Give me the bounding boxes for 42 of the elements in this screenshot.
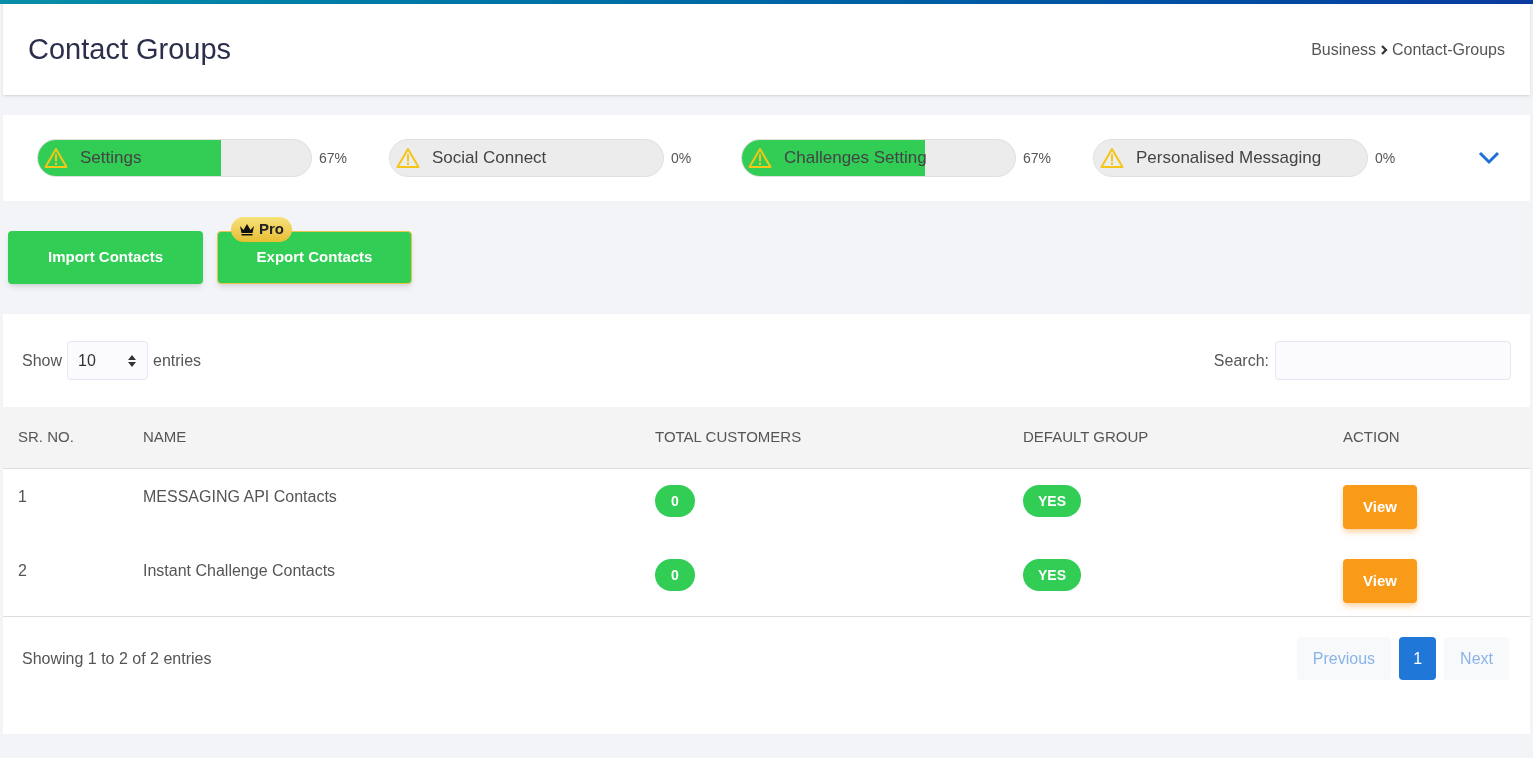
sort-arrows-icon xyxy=(127,353,138,368)
search-label: Search: xyxy=(1213,350,1269,371)
table-cell-text: 1 xyxy=(18,487,28,507)
page-button[interactable]: 1 xyxy=(1399,637,1437,680)
column-header: SR. NO. xyxy=(18,427,75,448)
progress-percent: 0% xyxy=(1375,148,1397,168)
search-field[interactable] xyxy=(1275,341,1511,380)
table-cell-text: Instant Challenge Contacts xyxy=(143,561,337,581)
progress-percent: 0% xyxy=(671,148,693,168)
column-header: ACTION xyxy=(1343,427,1401,448)
progress-label: Settings xyxy=(80,147,142,170)
count-badge: 0 xyxy=(655,559,695,591)
crown-icon xyxy=(239,223,255,236)
progress-track[interactable]: Personalised Messaging xyxy=(1093,139,1368,177)
breadcrumb-item: Contact-Groups xyxy=(1392,39,1505,60)
show-label: Show xyxy=(22,350,63,371)
warning-icon xyxy=(748,147,772,169)
column-header: DEFAULT GROUP xyxy=(1023,427,1150,448)
page-size-select[interactable]: 10 xyxy=(67,341,149,380)
table-cell-text: 2 xyxy=(18,561,28,581)
table-cell-text: MESSAGING API Contacts xyxy=(143,487,338,507)
status-badge: YES xyxy=(1023,485,1081,517)
chevron-down-icon[interactable] xyxy=(1478,151,1500,165)
progress-percent: 67% xyxy=(1023,148,1053,168)
chevron-right-icon xyxy=(1380,43,1389,56)
warning-icon xyxy=(44,147,68,169)
status-badge: YES xyxy=(1023,559,1081,591)
progress-percent: 67% xyxy=(319,148,349,168)
warning-icon xyxy=(396,147,420,169)
page-title: Contact Groups xyxy=(28,31,232,67)
breadcrumb-item[interactable]: Business xyxy=(1311,37,1377,62)
progress-label: Social Connect xyxy=(432,147,547,170)
count-badge: 0 xyxy=(655,485,695,517)
pro-badge: Pro xyxy=(231,217,292,242)
warning-icon xyxy=(1100,147,1124,169)
progress-label: Personalised Messaging xyxy=(1136,147,1322,170)
column-header: NAME xyxy=(143,427,188,448)
entries-label: entries xyxy=(153,350,202,371)
progress-track[interactable]: Settings xyxy=(37,139,312,177)
progress-track[interactable]: Social Connect xyxy=(389,139,664,177)
table-info: Showing 1 to 2 of 2 entries xyxy=(22,648,212,669)
column-header: TOTAL CUSTOMERS xyxy=(655,427,803,448)
